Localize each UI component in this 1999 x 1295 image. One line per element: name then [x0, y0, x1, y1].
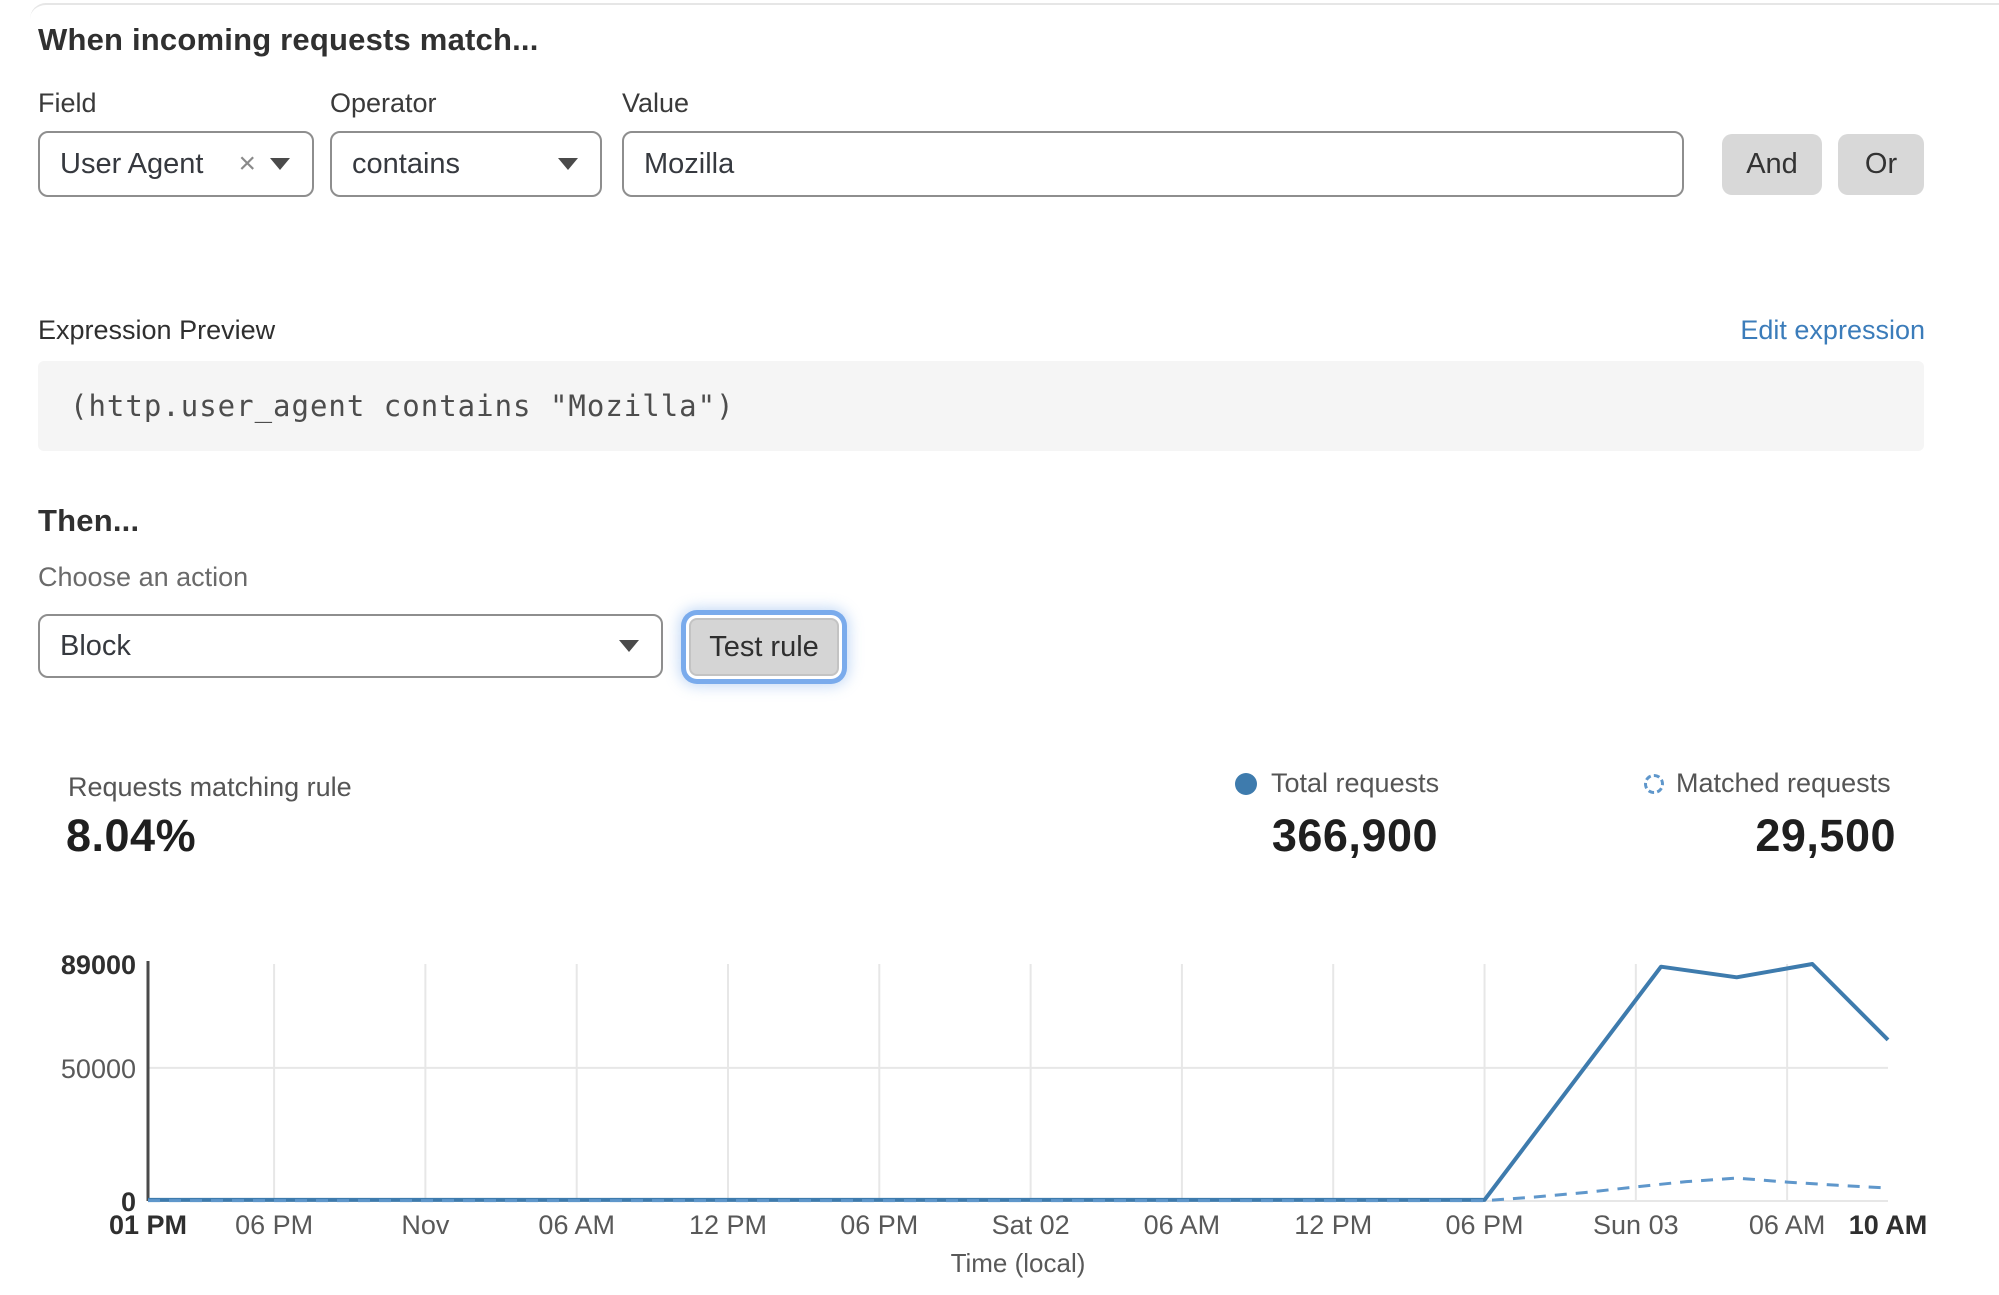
- solid-dot-icon: [1235, 773, 1257, 795]
- field-select-value: User Agent: [40, 148, 230, 181]
- clear-field-icon[interactable]: ×: [230, 149, 270, 179]
- value-label: Value: [622, 88, 689, 119]
- x-tick-label: Sat 02: [992, 1210, 1070, 1240]
- matching-rule-value: 8.04%: [66, 810, 196, 862]
- x-tick-label: 06 AM: [1749, 1210, 1826, 1240]
- field-label: Field: [38, 88, 97, 119]
- x-tick-label: 10 AM: [1849, 1210, 1928, 1240]
- matched-requests-label: Matched requests: [1676, 768, 1891, 799]
- total-requests-label: Total requests: [1271, 768, 1439, 799]
- and-button[interactable]: And: [1722, 134, 1822, 195]
- expression-preview-label: Expression Preview: [38, 315, 275, 346]
- x-tick-label: 06 AM: [538, 1210, 615, 1240]
- or-button[interactable]: Or: [1838, 134, 1924, 195]
- operator-select[interactable]: contains: [330, 131, 602, 197]
- then-title: Then...: [38, 503, 139, 539]
- x-tick-label: 06 AM: [1144, 1210, 1221, 1240]
- x-tick-label: 06 PM: [235, 1210, 313, 1240]
- series-solid: [148, 964, 1888, 1200]
- action-select-value: Block: [40, 630, 619, 663]
- operator-select-value: contains: [332, 148, 558, 181]
- matched-requests-legend: Matched requests: [1644, 768, 1891, 799]
- x-tick-label: Nov: [401, 1210, 450, 1240]
- total-requests-legend: Total requests: [1235, 768, 1439, 799]
- x-tick-label: 12 PM: [1294, 1210, 1372, 1240]
- firewall-rule-editor: When incoming requests match... Field Op…: [0, 0, 1999, 1295]
- dashed-circle-icon: [1644, 774, 1664, 794]
- test-rule-button[interactable]: Test rule: [689, 618, 839, 676]
- x-tick-label: 06 PM: [840, 1210, 918, 1240]
- operator-label: Operator: [330, 88, 437, 119]
- series-dashed: [148, 1178, 1888, 1201]
- matching-rule-label: Requests matching rule: [68, 772, 352, 803]
- x-tick-label: 12 PM: [689, 1210, 767, 1240]
- field-select[interactable]: User Agent ×: [38, 131, 314, 197]
- choose-action-label: Choose an action: [38, 562, 248, 593]
- value-input[interactable]: [622, 131, 1684, 197]
- page-title: When incoming requests match...: [38, 22, 539, 58]
- edit-expression-link[interactable]: Edit expression: [1740, 315, 1925, 346]
- chevron-down-icon: [270, 158, 290, 170]
- requests-chart: 0500008900001 PM06 PMNov06 AM12 PM06 PMS…: [0, 940, 1999, 1295]
- action-select[interactable]: Block: [38, 614, 663, 678]
- y-tick-label: 50000: [61, 1054, 136, 1084]
- matched-requests-value: 29,500: [1596, 810, 1896, 862]
- x-tick-label: 06 PM: [1445, 1210, 1523, 1240]
- expression-code-block: (http.user_agent contains "Mozilla"): [38, 361, 1924, 451]
- chevron-down-icon: [558, 158, 578, 170]
- chevron-down-icon: [619, 640, 639, 652]
- total-requests-value: 366,900: [1138, 810, 1438, 862]
- x-tick-label: 01 PM: [109, 1210, 187, 1240]
- x-axis-caption: Time (local): [951, 1248, 1086, 1278]
- x-tick-label: Sun 03: [1593, 1210, 1679, 1240]
- expression-code: (http.user_agent contains "Mozilla"): [38, 389, 735, 423]
- y-tick-label: 89000: [61, 950, 136, 980]
